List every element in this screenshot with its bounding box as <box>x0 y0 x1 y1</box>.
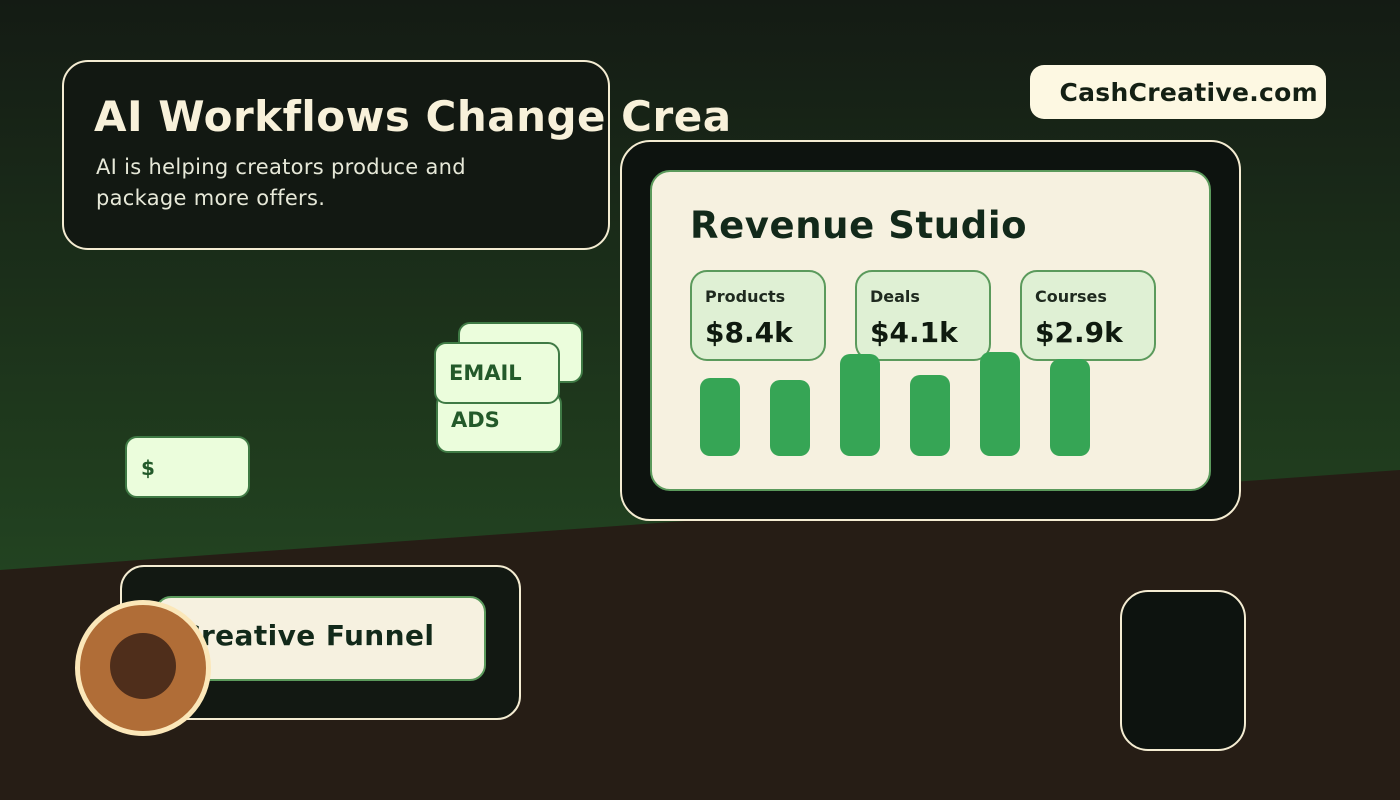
revenue-bar <box>980 352 1020 456</box>
stat-value: $4.1k <box>870 316 958 349</box>
revenue-bar <box>910 375 950 456</box>
revenue-bar <box>840 354 880 456</box>
chip-label: EMAIL <box>449 361 522 385</box>
stat-value: $2.9k <box>1035 316 1123 349</box>
brand-badge[interactable]: CashCreative.com <box>1030 65 1326 119</box>
headline-subtitle: AI is helping creators produce and packa… <box>96 155 466 210</box>
stat-label: Products <box>705 287 786 306</box>
stat-card-products[interactable]: Products $8.4k <box>690 270 826 361</box>
phone-icon <box>1120 590 1246 751</box>
stat-card-deals[interactable]: Deals $4.1k <box>855 270 991 361</box>
dashboard-title: Revenue Studio <box>690 204 1028 247</box>
revenue-bar <box>770 380 810 456</box>
chip-email[interactable]: EMAIL <box>434 342 560 404</box>
stat-label: Deals <box>870 287 920 306</box>
chip-money[interactable]: $ <box>125 436 250 498</box>
funnel-label: Creative Funnel <box>180 619 435 652</box>
revenue-bar <box>1050 359 1090 456</box>
headline-title: AI Workflows Change Crea <box>94 92 732 141</box>
chip-label: ADS <box>451 408 500 432</box>
coin-hole <box>110 633 176 699</box>
chip-label: $ <box>141 456 155 480</box>
stat-value: $8.4k <box>705 316 793 349</box>
revenue-bar <box>700 378 740 456</box>
stat-label: Courses <box>1035 287 1107 306</box>
stat-card-courses[interactable]: Courses $2.9k <box>1020 270 1156 361</box>
